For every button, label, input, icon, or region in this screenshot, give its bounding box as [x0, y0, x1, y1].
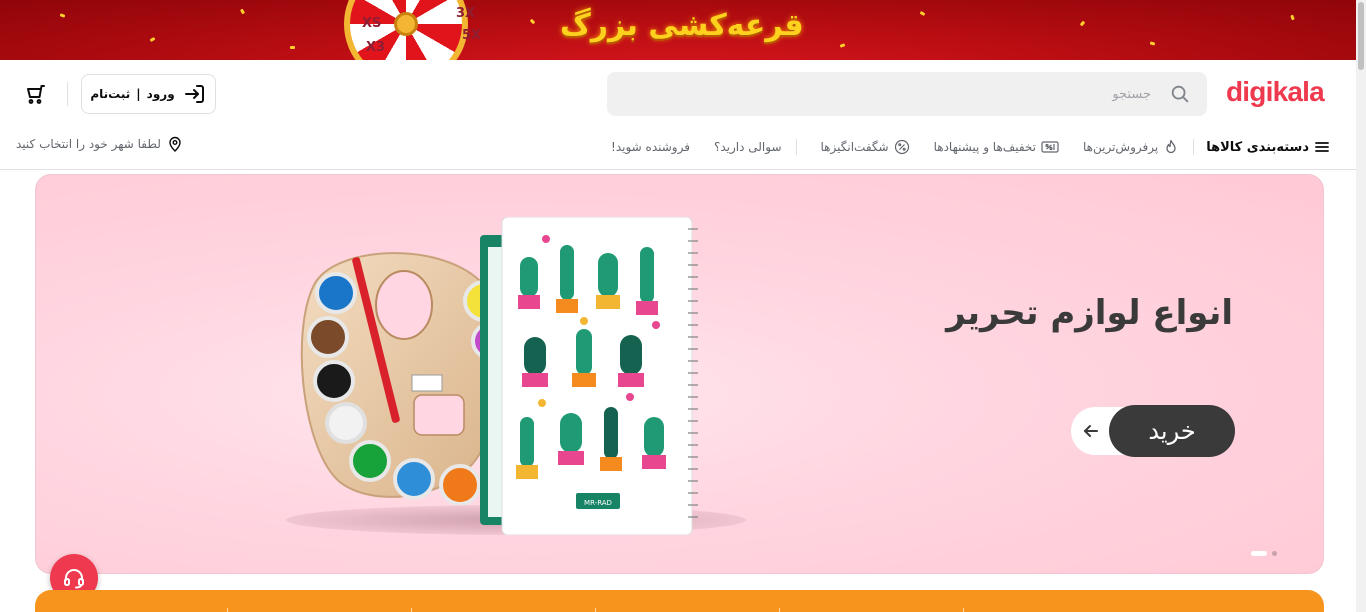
location-pin-icon: [169, 136, 181, 152]
login-icon: [184, 85, 204, 103]
nav-categories-label: دسته‌بندی کالاها: [1206, 139, 1309, 155]
strip-divider: [227, 608, 228, 612]
nav-item-discounts[interactable]: تخفیف‌ها و پیشنهادها: [934, 139, 1059, 155]
notebook-brand-label: MR-RAD: [584, 499, 612, 507]
menu-icon: [1315, 142, 1329, 152]
confetti-decoration: [1290, 14, 1295, 21]
nav-item-label: فروشنده شوید!: [611, 140, 690, 154]
cart-icon[interactable]: [23, 82, 47, 106]
confetti-decoration: [59, 13, 66, 18]
promo-title: قرعه‌کشی بزرگ: [560, 8, 804, 43]
promo-banner[interactable]: XS 3X 5X X3 قرعه‌کشی بزرگ: [0, 0, 1356, 60]
buy-button-label: خرید: [1109, 405, 1235, 457]
confetti-decoration: [239, 8, 246, 15]
hero-title: انواع لوازم تحریر: [946, 293, 1233, 333]
city-selector[interactable]: لطفا شهر خود را انتخاب کنید: [16, 136, 183, 152]
login-register-button[interactable]: ورود | ثبت‌نام: [81, 74, 216, 114]
search-icon: [1171, 85, 1189, 103]
login-separator: |: [136, 87, 141, 101]
wheel-label: 5X: [462, 28, 482, 43]
arrow-left-icon: [1084, 425, 1098, 437]
nav-item-faq[interactable]: سوالی دارید؟: [714, 140, 782, 154]
slider-pagination: [1251, 551, 1277, 556]
watercolor-palette-image: [300, 252, 504, 505]
search-input[interactable]: [631, 72, 1151, 116]
strip-divider: [779, 608, 780, 612]
nav-divider: [795, 139, 797, 155]
register-label: ثبت‌نام: [90, 87, 131, 101]
confetti-decoration: [149, 36, 156, 43]
scrollbar-thumb[interactable]: [1358, 2, 1364, 70]
confetti-decoration: [529, 18, 536, 25]
digikala-logo[interactable]: digikala: [1226, 76, 1325, 108]
hero-buy-button[interactable]: خرید: [1071, 405, 1235, 457]
hero-slider[interactable]: MR-RAD انواع لوازم تحریر خرید: [35, 174, 1324, 574]
confetti-decoration: [919, 10, 926, 17]
nav-item-label: شگفت‌انگیزها: [820, 140, 889, 154]
nav-item-label: پرفروش‌ترین‌ها: [1083, 140, 1159, 154]
strip-divider: [411, 608, 412, 612]
cactus-notebook-image: MR-RAD: [480, 217, 698, 535]
nav-categories[interactable]: دسته‌بندی کالاها: [1206, 139, 1330, 155]
nav-item-label: سوالی دارید؟: [713, 140, 782, 154]
wheel-label: X3: [366, 40, 386, 55]
nav-item-become-seller[interactable]: فروشنده شوید!: [611, 140, 690, 154]
confetti-decoration: [839, 43, 846, 48]
confetti-decoration: [1149, 41, 1156, 46]
confetti-decoration: [290, 46, 295, 49]
main-nav: دسته‌بندی کالاها پرفروش‌ترین‌ها تخفیف‌ها…: [587, 132, 1330, 162]
login-label: ورود: [146, 87, 175, 101]
search-box[interactable]: [607, 72, 1207, 116]
headset-icon: [64, 569, 84, 589]
discount-ticket-icon: [1041, 141, 1059, 153]
site-header: digikala ورود | ثبت‌نام دسته‌بندی کالاها: [0, 60, 1356, 170]
percent-badge-icon: [894, 139, 909, 155]
wheel-label: XS: [362, 16, 382, 31]
strip-divider: [595, 608, 596, 612]
nav-item-amazing-offers[interactable]: شگفت‌انگیزها: [821, 139, 910, 155]
header-divider: [67, 82, 68, 106]
page-scrollbar[interactable]: [1356, 0, 1366, 612]
slider-dot-active[interactable]: [1251, 551, 1267, 556]
city-selector-label: لطفا شهر خود را انتخاب کنید: [16, 137, 161, 151]
slider-dot[interactable]: [1272, 551, 1277, 556]
nav-divider: [1193, 139, 1195, 155]
strip-divider: [963, 608, 964, 612]
amazing-offers-strip[interactable]: [35, 590, 1324, 612]
nav-item-label: تخفیف‌ها و پیشنهادها: [933, 140, 1036, 154]
wheel-label: 3X: [456, 6, 476, 21]
nav-item-bestsellers[interactable]: پرفروش‌ترین‌ها: [1083, 139, 1179, 155]
wheel-hub: [394, 12, 418, 36]
fire-icon: [1166, 139, 1176, 154]
confetti-decoration: [1079, 20, 1086, 27]
